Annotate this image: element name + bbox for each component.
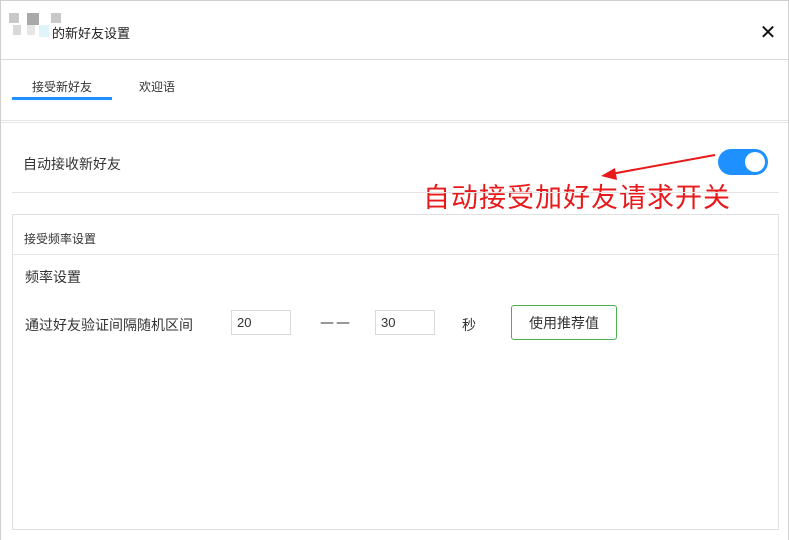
friend-settings-window: 的新好友设置 ✕ 接受新好友 欢迎语 自动接收新好友 自动接受加好友请求开关 接… xyxy=(0,0,789,540)
interval-min-input[interactable] xyxy=(231,310,291,335)
divider xyxy=(12,192,779,193)
auto-accept-toggle[interactable] xyxy=(718,149,768,175)
seconds-unit: 秒 xyxy=(462,318,476,334)
frequency-section: 接受频率设置 频率设置 通过好友验证间隔随机区间 —— 秒 使用推荐值 xyxy=(12,214,779,530)
tab-welcome-message[interactable]: 欢迎语 xyxy=(139,78,175,95)
active-tab-indicator xyxy=(12,97,112,100)
tab-bar: 接受新好友 欢迎语 xyxy=(1,61,788,121)
interval-max-input[interactable] xyxy=(375,310,435,335)
tab-accept-new-friends[interactable]: 接受新好友 xyxy=(32,78,92,95)
frequency-section-title: 接受频率设置 xyxy=(24,232,97,246)
interval-label: 通过好友验证间隔随机区间 xyxy=(25,318,193,334)
frequency-section-header: 接受频率设置 xyxy=(13,215,778,255)
window-title: 的新好友设置 xyxy=(52,27,131,42)
use-recommended-button[interactable]: 使用推荐值 xyxy=(511,305,617,340)
close-icon[interactable]: ✕ xyxy=(757,21,779,43)
annotation-text: 自动接受加好友请求开关 xyxy=(423,183,731,214)
toggle-knob xyxy=(745,152,765,172)
settings-panel: 自动接收新好友 自动接受加好友请求开关 接受频率设置 频率设置 通过好友验证间隔… xyxy=(1,122,788,540)
annotation-arrow-shaft xyxy=(610,154,716,175)
frequency-subtitle: 频率设置 xyxy=(25,270,81,286)
range-dash: —— xyxy=(320,315,352,331)
auto-accept-label: 自动接收新好友 xyxy=(23,157,121,173)
titlebar: 的新好友设置 ✕ xyxy=(1,1,788,60)
